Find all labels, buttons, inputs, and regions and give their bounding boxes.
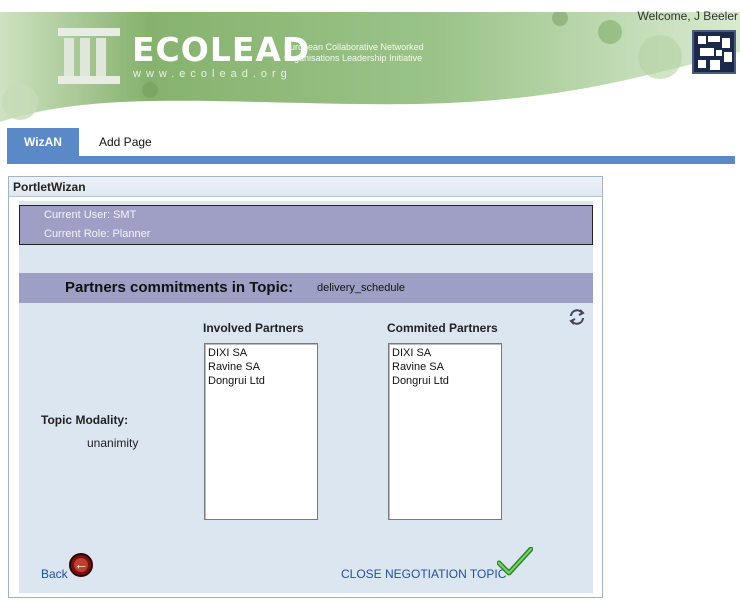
grid-logo-icon xyxy=(692,30,736,74)
topic-label: Partners commitments in Topic: xyxy=(65,279,294,296)
portlet-title: PortletWizan xyxy=(9,177,602,197)
logo-tagline-line-1: European Collaborative Networked xyxy=(284,42,424,52)
tab-wizan[interactable]: WizAN xyxy=(7,128,79,156)
refresh-icon[interactable] xyxy=(567,307,587,327)
logo-tagline-line-2: Organisations Leadership Initiative xyxy=(284,53,423,63)
committed-partners-header: Commited Partners xyxy=(387,321,498,335)
list-item[interactable]: DIXI SA xyxy=(392,346,498,360)
committed-partners-list[interactable]: DIXI SA Ravine SA Dongrui Ltd xyxy=(388,343,502,520)
tab-underline xyxy=(7,156,735,164)
tab-strip: WizAN Add Page xyxy=(7,128,735,164)
topic-bar: Partners commitments in Topic: delivery_… xyxy=(19,273,593,303)
current-role: Current Role: Planner xyxy=(44,228,151,240)
topic-modality-value: unanimity xyxy=(87,436,139,450)
checkmark-icon[interactable] xyxy=(497,547,533,577)
tab-add-page[interactable]: Add Page xyxy=(99,128,152,156)
portlet-wizan: PortletWizan Current User: SMT Current R… xyxy=(8,176,603,598)
back-link[interactable]: Back xyxy=(41,567,68,581)
user-info-box: Current User: SMT Current Role: Planner xyxy=(19,205,593,245)
logo-tagline: European Collaborative Networked Organis… xyxy=(284,42,424,64)
involved-partners-header: Involved Partners xyxy=(203,321,304,335)
involved-partners-list[interactable]: DIXI SA Ravine SA Dongrui Ltd xyxy=(204,343,318,520)
header-banner: ECOLEAD www.ecolead.org European Collabo… xyxy=(0,0,740,128)
list-item[interactable]: Ravine SA xyxy=(208,360,314,374)
current-user: Current User: SMT xyxy=(44,209,137,221)
list-item[interactable]: Ravine SA xyxy=(392,360,498,374)
list-item[interactable]: DIXI SA xyxy=(208,346,314,360)
list-item[interactable]: Dongrui Ltd xyxy=(392,374,498,388)
topic-value: delivery_schedule xyxy=(317,282,406,294)
portlet-body: Current User: SMT Current Role: Planner … xyxy=(19,201,593,593)
topic-modality-label: Topic Modality: xyxy=(41,413,129,427)
welcome-text: Welcome, J Beeler xyxy=(637,9,738,23)
back-arrow-glyph: ← xyxy=(74,556,88,572)
close-negotiation-topic-link[interactable]: CLOSE NEGOTIATION TOPIC xyxy=(341,567,506,581)
list-item[interactable]: Dongrui Ltd xyxy=(208,374,314,388)
logo-url: www.ecolead.org xyxy=(133,68,292,80)
ecolead-logo-icon xyxy=(58,28,120,84)
